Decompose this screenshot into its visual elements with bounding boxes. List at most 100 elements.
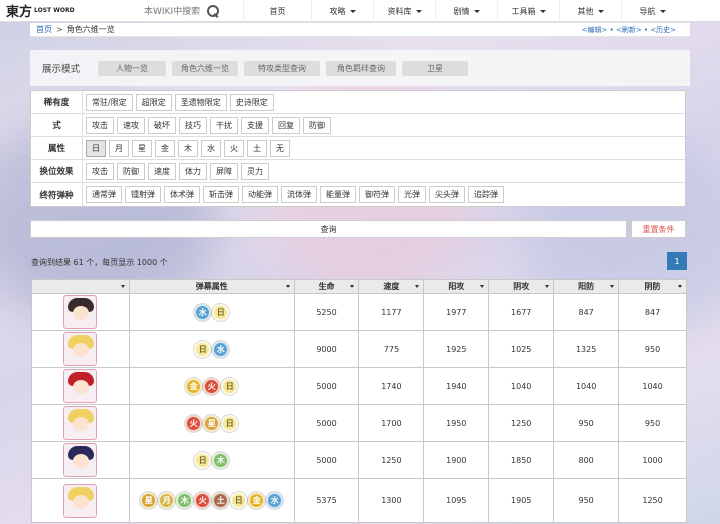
display-mode-tab[interactable]: 卫星: [402, 60, 468, 76]
table-header-cell[interactable]: [31, 279, 130, 294]
filter-option[interactable]: 流体弹: [281, 186, 317, 203]
filter-option[interactable]: 攻击: [86, 116, 114, 134]
filter-option[interactable]: 木: [178, 139, 198, 157]
filter-option[interactable]: 灵力: [241, 162, 269, 180]
sort-icon[interactable]: [480, 285, 485, 288]
table-header-cell[interactable]: 阳防: [553, 279, 620, 294]
nav-item[interactable]: 工具箱: [497, 0, 559, 22]
filter-option[interactable]: 光弹: [398, 186, 426, 203]
filter-option[interactable]: 超限定: [135, 93, 172, 111]
character-avatar-cell[interactable]: [31, 478, 130, 523]
filter-option[interactable]: 防御: [117, 162, 145, 180]
table-row[interactable]: 日水 9000 775 1925 1025 1325 950: [31, 330, 687, 368]
filter-option[interactable]: 通常弹: [86, 186, 122, 203]
filter-option[interactable]: 干扰: [210, 116, 238, 134]
sort-icon[interactable]: [678, 285, 682, 288]
filter-option[interactable]: 能量弹: [320, 186, 356, 203]
table-header-cell[interactable]: 阴攻: [488, 279, 555, 294]
table-row[interactable]: 金火日 5000 1740 1940 1040 1040 1040: [31, 367, 687, 405]
avatar[interactable]: [63, 443, 98, 477]
filter-option[interactable]: 技巧: [179, 116, 207, 134]
filter-option[interactable]: 动能弹: [242, 186, 278, 203]
display-mode-tab[interactable]: 特攻类型查询: [244, 60, 320, 76]
avatar[interactable]: [63, 483, 98, 518]
attribute-gems: 日水: [130, 340, 294, 358]
filter-option[interactable]: 屏障: [210, 162, 238, 180]
filter-option[interactable]: 御符弹: [359, 186, 395, 203]
bullet-attributes-cell: 火星日: [128, 404, 295, 442]
filter-option[interactable]: 史诗限定: [229, 93, 274, 111]
sort-icon[interactable]: [350, 285, 355, 288]
filter-option[interactable]: 支援: [241, 116, 269, 134]
filter-option[interactable]: 金: [155, 139, 175, 157]
filter-option[interactable]: 防御: [303, 116, 331, 134]
table-header-cell[interactable]: 生命: [293, 279, 360, 294]
sort-icon[interactable]: [545, 285, 550, 288]
search-box[interactable]: 本WIKI中搜索: [144, 0, 240, 22]
table-row[interactable]: 星月木火土日金水 5375 1300 1095 1905 950 1250: [31, 478, 687, 523]
table-header-cell[interactable]: 速度: [358, 279, 425, 294]
nav-item[interactable]: 攻略: [311, 0, 373, 22]
sort-icon[interactable]: [415, 285, 420, 288]
display-mode-tab[interactable]: 角色羁绊查询: [326, 60, 396, 76]
filter-option[interactable]: 攻击: [86, 162, 114, 180]
filter-option[interactable]: 星: [132, 139, 152, 157]
breadcrumb-home-link[interactable]: 首页: [36, 24, 52, 35]
site-logo[interactable]: 東方 LOST WORD: [0, 0, 92, 22]
filter-option[interactable]: 水: [201, 139, 221, 157]
avatar[interactable]: [63, 332, 98, 366]
nav-item[interactable]: 首页: [243, 0, 311, 22]
filter-option[interactable]: 速攻: [117, 116, 145, 134]
pagination-page-1[interactable]: 1: [667, 252, 687, 270]
filter-option[interactable]: 体术弹: [164, 186, 200, 203]
filter-option[interactable]: 体力: [179, 162, 207, 180]
query-button[interactable]: 查询: [30, 220, 627, 238]
table-row[interactable]: 水日 5250 1177 1977 1677 847 847: [31, 293, 687, 331]
character-avatar-cell[interactable]: [31, 367, 130, 405]
filter-option[interactable]: 速度: [148, 162, 176, 180]
filter-row: 换位效果 攻击 防御 速度 体力 屏障 灵力: [31, 160, 685, 183]
filter-option[interactable]: 日: [86, 139, 106, 157]
search-input[interactable]: 本WIKI中搜索: [144, 4, 200, 17]
reset-button[interactable]: 重置条件: [631, 220, 686, 238]
filter-option[interactable]: 月: [109, 139, 129, 157]
nav-item[interactable]: 其他: [559, 0, 621, 22]
filter-option[interactable]: 火: [224, 139, 244, 157]
table-header-cell[interactable]: 阴防: [618, 279, 687, 294]
filter-option[interactable]: 镭射弹: [125, 186, 161, 203]
attribute-gem-icon: 水: [212, 340, 230, 358]
page-tools-links[interactable]: <编辑> • <刷新> • <历史>: [582, 25, 676, 35]
display-mode-tab[interactable]: 人物一览: [98, 60, 166, 76]
avatar[interactable]: [63, 406, 98, 440]
nav-item[interactable]: 剧情: [435, 0, 497, 22]
table-row[interactable]: 日木 5000 1250 1900 1850 800 1000: [31, 441, 687, 479]
filter-option[interactable]: 常驻/限定: [86, 93, 133, 111]
sort-icon[interactable]: [120, 285, 125, 288]
avatar[interactable]: [63, 295, 98, 329]
search-icon[interactable]: [206, 4, 220, 18]
character-avatar-cell[interactable]: [31, 441, 130, 479]
filter-option[interactable]: 回复: [272, 116, 300, 134]
nav-item[interactable]: 资料库: [373, 0, 435, 22]
filter-option[interactable]: 追踪弹: [468, 186, 504, 203]
avatar[interactable]: [63, 369, 98, 403]
character-avatar-cell[interactable]: [31, 404, 130, 442]
nav-item[interactable]: 导航: [621, 0, 683, 22]
filter-option[interactable]: 无: [270, 139, 290, 157]
filter-option[interactable]: 尖头弹: [429, 186, 465, 203]
attribute-gem-icon: 土: [212, 492, 230, 509]
character-avatar-cell[interactable]: [31, 293, 130, 331]
bullet-attributes-cell: 金火日: [128, 367, 295, 405]
display-mode-tab[interactable]: 角色六维一览: [172, 60, 238, 76]
filter-row: 式攻击 速攻 破坏 技巧 干扰 支援 回复 防御: [31, 114, 685, 137]
filter-option[interactable]: 圣遗物限定: [174, 93, 227, 111]
table-row[interactable]: 火星日 5000 1700 1950 1250 950 950: [31, 404, 687, 442]
table-header-cell[interactable]: 阳攻: [423, 279, 490, 294]
table-header-cell[interactable]: 弹幕属性: [128, 279, 295, 294]
character-avatar-cell[interactable]: [31, 330, 130, 368]
sort-icon[interactable]: [610, 285, 615, 288]
filter-option[interactable]: 土: [247, 139, 267, 157]
sort-icon[interactable]: [285, 285, 290, 288]
filter-option[interactable]: 破坏: [148, 116, 176, 134]
filter-option[interactable]: 斩击弹: [203, 186, 239, 203]
